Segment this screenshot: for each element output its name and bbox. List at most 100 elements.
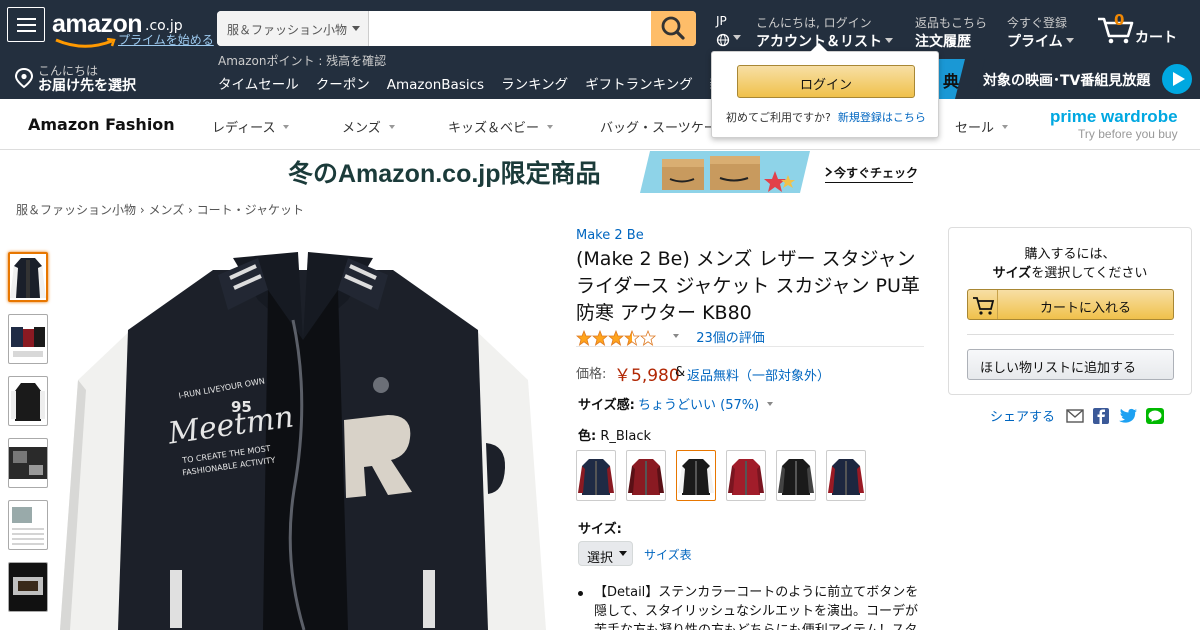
orders-link[interactable]: 返品もこちら 注文履歴 xyxy=(915,14,987,51)
breadcrumb-item[interactable]: コート・ジャケット xyxy=(197,203,304,217)
main-product-image[interactable]: I-RUN LIVEYOUR OWN 95 Meetmn TO CREATE T… xyxy=(58,230,548,630)
search-input[interactable] xyxy=(370,11,652,46)
promo-boxes-graphic xyxy=(640,151,810,193)
thumbnail-2[interactable] xyxy=(8,314,48,364)
prime-menu[interactable]: 今すぐ登録 プライム xyxy=(1007,14,1074,51)
buybox-line2-rest: を選択してください xyxy=(1031,266,1148,281)
cart-label: カート xyxy=(1135,30,1177,46)
color-row: 色: R_Black xyxy=(578,425,651,444)
search-button[interactable] xyxy=(651,11,696,46)
amazon-logo[interactable]: amazon .co.jp プライムを始める xyxy=(52,10,214,50)
add-to-cart-button[interactable]: カートに入れる xyxy=(967,289,1174,320)
chevron-down-icon xyxy=(619,551,627,560)
fashion-brand-link[interactable]: Amazon Fashion xyxy=(28,115,175,134)
title-line: 防寒 アウター KB80 xyxy=(576,302,752,324)
fashion-nav-bags[interactable]: バッグ・スーツケー xyxy=(600,117,717,136)
prime-start-link[interactable]: プライムを始める xyxy=(118,31,214,48)
new-customer-text: 初めてご利用ですか? xyxy=(726,111,831,124)
subnav-amazonbasics[interactable]: AmazonBasics xyxy=(387,77,484,93)
color-label: 色: xyxy=(578,429,597,444)
breadcrumb-item[interactable]: メンズ xyxy=(148,203,184,217)
size-label: サイズ: xyxy=(578,522,622,537)
jacket-thumbnail-image xyxy=(11,327,45,357)
brand-link[interactable]: Make 2 Be xyxy=(576,228,644,243)
breadcrumb-item[interactable]: 服＆ファッション小物 xyxy=(16,203,136,217)
free-returns-link[interactable]: 返品無料（一部対象外） xyxy=(687,365,830,384)
thumbnail-6[interactable] xyxy=(8,562,48,612)
thumbnail-3[interactable] xyxy=(8,376,48,426)
buy-box: 購入するには、 サイズを選択してください カートに入れる ほしい物リストに追加す… xyxy=(948,227,1192,395)
fashion-nav-sale[interactable]: セール xyxy=(955,117,1009,136)
fashion-nav: Amazon Fashion レディース メンズ キッズ＆ベビー バッグ・スーツ… xyxy=(0,99,1200,150)
title-line: (Make 2 Be) メンズ レザー スタジャン xyxy=(576,248,916,270)
banner-text: 対象の映画･TV番組見放題 xyxy=(983,73,1151,89)
smile-arrow-icon xyxy=(55,38,116,48)
subnav-gift-ranking[interactable]: ギフトランキング xyxy=(585,77,693,93)
search-category-select[interactable]: 服＆ファッション小物 xyxy=(217,11,369,46)
orders-label: 注文履歴 xyxy=(915,34,971,50)
buybox-line1: 購入するには、 xyxy=(1024,247,1116,262)
chevron-right-icon xyxy=(825,167,833,177)
prime-wardrobe-logo[interactable]: prime wardrobe Try before you buy xyxy=(1050,107,1178,141)
fashion-nav-mens[interactable]: メンズ xyxy=(342,117,395,136)
thumbnail-5[interactable] xyxy=(8,500,48,550)
fashion-nav-kids[interactable]: キッズ＆ベビー xyxy=(448,117,554,136)
play-icon xyxy=(1162,64,1192,94)
jacket-image xyxy=(60,252,546,630)
fashion-nav-label: キッズ＆ベビー xyxy=(448,121,540,136)
login-button[interactable]: ログイン xyxy=(737,65,915,98)
fit-label: サイズ感: xyxy=(578,398,635,413)
email-icon[interactable] xyxy=(1066,408,1084,423)
subnav-ranking[interactable]: ランキング xyxy=(501,77,568,93)
jacket-thumbnail-image xyxy=(11,383,45,421)
size-select[interactable]: 選択 xyxy=(578,541,633,566)
prime-video-banner[interactable]: 典 対象の映画･TV番組見放題 xyxy=(915,59,1200,99)
star-rating-icon[interactable] xyxy=(575,329,658,346)
color-swatch[interactable] xyxy=(626,450,666,501)
jacket-swatch-image xyxy=(578,459,614,495)
line-icon[interactable] xyxy=(1146,407,1165,424)
chevron-down-icon xyxy=(1065,37,1074,47)
title-line: ライダース ジャケット スカジャン PU革 xyxy=(576,275,920,297)
detail-line: 苦手な方も凝り性の方もどちらにも便利アイテム！スタ xyxy=(594,621,923,630)
hamburger-menu-button[interactable] xyxy=(7,7,45,42)
language-selector[interactable]: JP xyxy=(716,14,741,48)
subnav-coupon[interactable]: クーポン xyxy=(316,77,370,93)
color-swatch[interactable] xyxy=(726,450,766,501)
cart-link[interactable]: 0 カート xyxy=(1096,11,1186,47)
jacket-thumbnail-image xyxy=(9,563,47,611)
jacket-swatch-image xyxy=(728,459,764,495)
deliver-to-selector[interactable]: こんにちは お届け先を選択 xyxy=(14,65,136,95)
register-link[interactable]: 新規登録はこちら xyxy=(838,111,926,124)
size-select-value: 選択 xyxy=(587,551,614,566)
globe-icon xyxy=(716,33,730,46)
chevron-down-icon[interactable] xyxy=(673,334,680,341)
fit-value-link[interactable]: ちょうどいい (57%) xyxy=(638,394,774,413)
thumbnail-1[interactable] xyxy=(8,252,48,302)
color-swatch[interactable] xyxy=(676,450,716,501)
rating-row: 23個の評価 xyxy=(575,327,765,346)
prime-label: プライム xyxy=(1007,34,1063,50)
points-link[interactable]: Amazonポイント : 残高を確認 xyxy=(218,52,386,69)
twitter-icon[interactable] xyxy=(1118,408,1138,424)
cart-count: 0 xyxy=(1114,11,1125,29)
review-count-link[interactable]: 23個の評価 xyxy=(696,331,765,346)
breadcrumb: 服＆ファッション小物 › メンズ › コート・ジャケット xyxy=(16,203,305,217)
color-swatch[interactable] xyxy=(776,450,816,501)
size-chart-link[interactable]: サイズ表 xyxy=(644,546,692,563)
fashion-nav-ladies[interactable]: レディース xyxy=(212,117,290,136)
chevron-down-icon xyxy=(283,125,290,132)
chevron-down-icon xyxy=(767,402,774,409)
promo-cta-underline xyxy=(825,182,913,183)
promo-banner[interactable]: 冬のAmazon.co.jp限定商品 今すぐチェック xyxy=(280,151,921,193)
color-swatch[interactable] xyxy=(826,450,866,501)
add-to-cart-label: カートに入れる xyxy=(1039,301,1131,316)
top-nav: amazon .co.jp プライムを始める 服＆ファッション小物 JP こんに… xyxy=(0,0,1200,99)
facebook-icon[interactable] xyxy=(1092,407,1110,424)
thumbnail-4[interactable] xyxy=(8,438,48,488)
new-customer-row: 初めてご利用ですか? 新規登録はこちら xyxy=(726,109,926,125)
subnav-time-sale[interactable]: タイムセール xyxy=(218,77,299,93)
color-swatch[interactable] xyxy=(576,450,616,501)
wishlist-button[interactable]: ほしい物リストに追加する xyxy=(967,349,1174,380)
share-label: シェアする xyxy=(990,410,1056,425)
